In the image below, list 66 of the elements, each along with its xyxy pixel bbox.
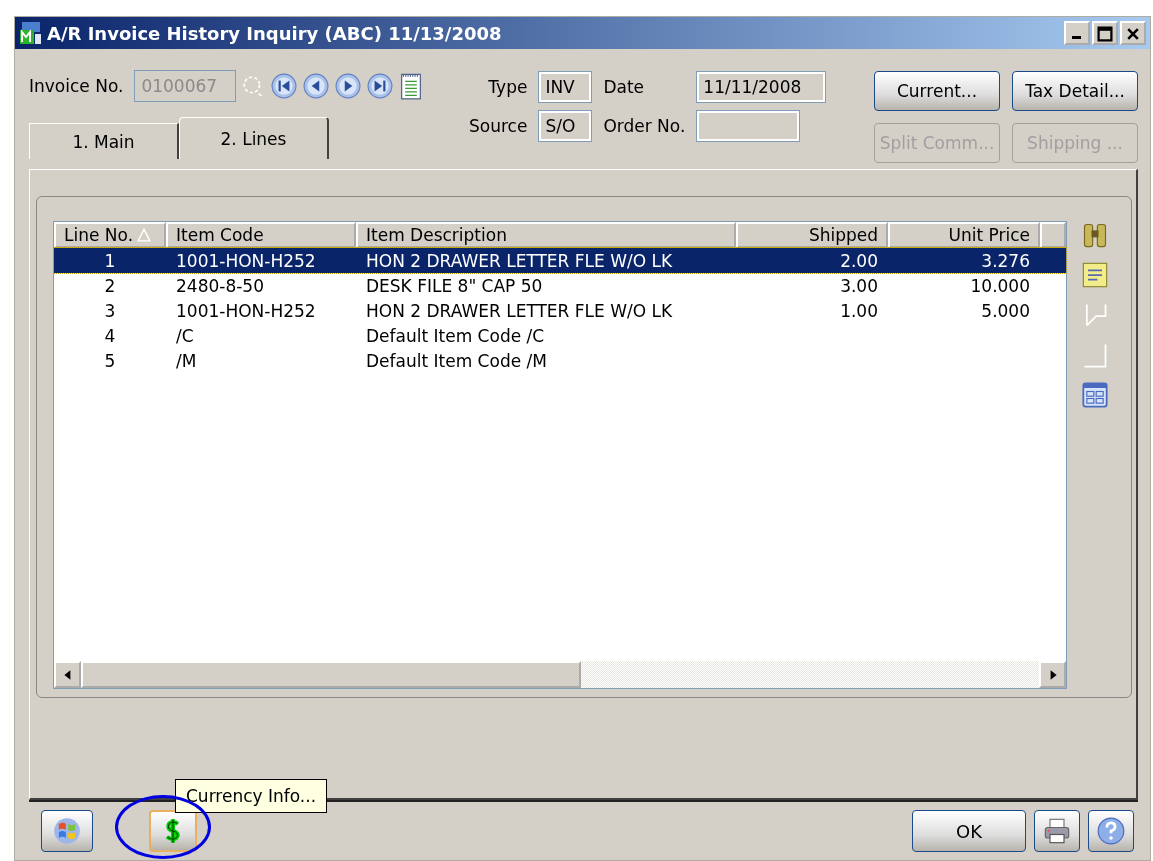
date-field[interactable]: 11/11/2008 — [697, 71, 826, 102]
maximize-button[interactable] — [1092, 21, 1118, 45]
table-row[interactable]: 3 1001-HON-H252 HON 2 DRAWER LETTER FLE W/O LK 1.00 5.000 — [54, 298, 1066, 323]
minimize-icon — [1072, 36, 1081, 39]
table-cell: 3.276 — [981, 250, 1030, 271]
window-title: A/R Invoice History Inquiry (ABC) 11/13/2008 — [47, 22, 502, 44]
source-field[interactable]: S/O — [539, 110, 592, 141]
order-label: Order No. — [603, 115, 686, 136]
table-cell: 1 — [104, 250, 116, 271]
tab[interactable]: 2. Lines — [179, 117, 329, 159]
table-cell: HON 2 DRAWER LETTER FLE W/O LK — [366, 300, 673, 321]
previous-record-icon[interactable] — [303, 73, 330, 99]
table-cell: 1001-HON-H252 — [176, 250, 316, 271]
table-row[interactable]: 1 1001-HON-H252 HON 2 DRAWER LETTER FLE W/O LK 2.00 3.276 — [54, 248, 1066, 273]
binoculars-icon[interactable] — [1081, 221, 1109, 249]
table-cell: 5 — [104, 350, 116, 371]
first-record-icon[interactable] — [271, 73, 298, 99]
minimize-button[interactable] — [1064, 21, 1090, 45]
ok-button[interactable]: OK — [912, 810, 1026, 852]
help-icon — [1097, 817, 1125, 845]
print-button[interactable] — [1034, 810, 1080, 852]
table-cell: Default Item Code /M — [366, 350, 547, 371]
table-row[interactable]: 5 /M Default Item Code /M — [54, 348, 1066, 373]
table-cell: 2 — [104, 275, 116, 296]
next-record-icon[interactable] — [335, 73, 362, 99]
tab[interactable]: 1. Main — [29, 123, 179, 159]
horizontal-scrollbar[interactable] — [54, 661, 1066, 688]
table-cell: 3.00 — [840, 275, 878, 296]
last-record-icon[interactable] — [367, 73, 394, 99]
help-button[interactable] — [1088, 810, 1134, 852]
table-cell: HON 2 DRAWER LETTER FLE W/O LK — [366, 250, 673, 271]
table-cell: 2480-8-50 — [176, 275, 264, 296]
table-cell: DESK FILE 8" CAP 50 — [366, 275, 543, 296]
table-row[interactable]: 4 /C Default Item Code /C — [54, 323, 1066, 348]
windows-logo-icon — [53, 817, 81, 845]
sort-icon — [137, 228, 152, 242]
tooltip: Currency Info... — [175, 779, 328, 813]
table-cell: 2.00 — [840, 250, 878, 271]
currency-button[interactable] — [149, 810, 197, 852]
close-icon — [1125, 26, 1141, 42]
layout-icon[interactable] — [1081, 381, 1109, 409]
table-cell: /M — [176, 350, 197, 371]
date-label: Date — [603, 76, 646, 97]
action-button[interactable]: Current... — [874, 71, 1000, 111]
type-label: Type — [487, 76, 528, 97]
table-cell: 1001-HON-H252 — [176, 300, 316, 321]
app-icon — [19, 21, 43, 45]
maximize-icon — [1097, 26, 1113, 42]
invoice-label: Invoice No. — [29, 76, 124, 96]
table-row[interactable]: 2 2480-8-50 DESK FILE 8" CAP 50 3.00 10.000 — [54, 273, 1066, 298]
table-cell: 10.000 — [970, 275, 1030, 296]
table-cell: 3 — [104, 300, 116, 321]
windows-button[interactable] — [41, 810, 93, 852]
memo-icon[interactable] — [1081, 261, 1109, 289]
printer-icon — [1043, 817, 1071, 845]
notepad-icon[interactable] — [399, 72, 424, 100]
table-cell: Default Item Code /C — [366, 325, 545, 346]
type-field[interactable]: INV — [539, 71, 592, 102]
source-label: Source — [469, 115, 528, 136]
table-cell: /C — [176, 325, 194, 346]
close-button[interactable] — [1120, 21, 1146, 45]
action-button[interactable]: Tax Detail... — [1012, 71, 1138, 111]
table-cell: 1.00 — [840, 300, 878, 321]
table-cell: 5.000 — [981, 300, 1030, 321]
order-field[interactable] — [697, 110, 800, 141]
table-cell: 4 — [104, 325, 116, 346]
